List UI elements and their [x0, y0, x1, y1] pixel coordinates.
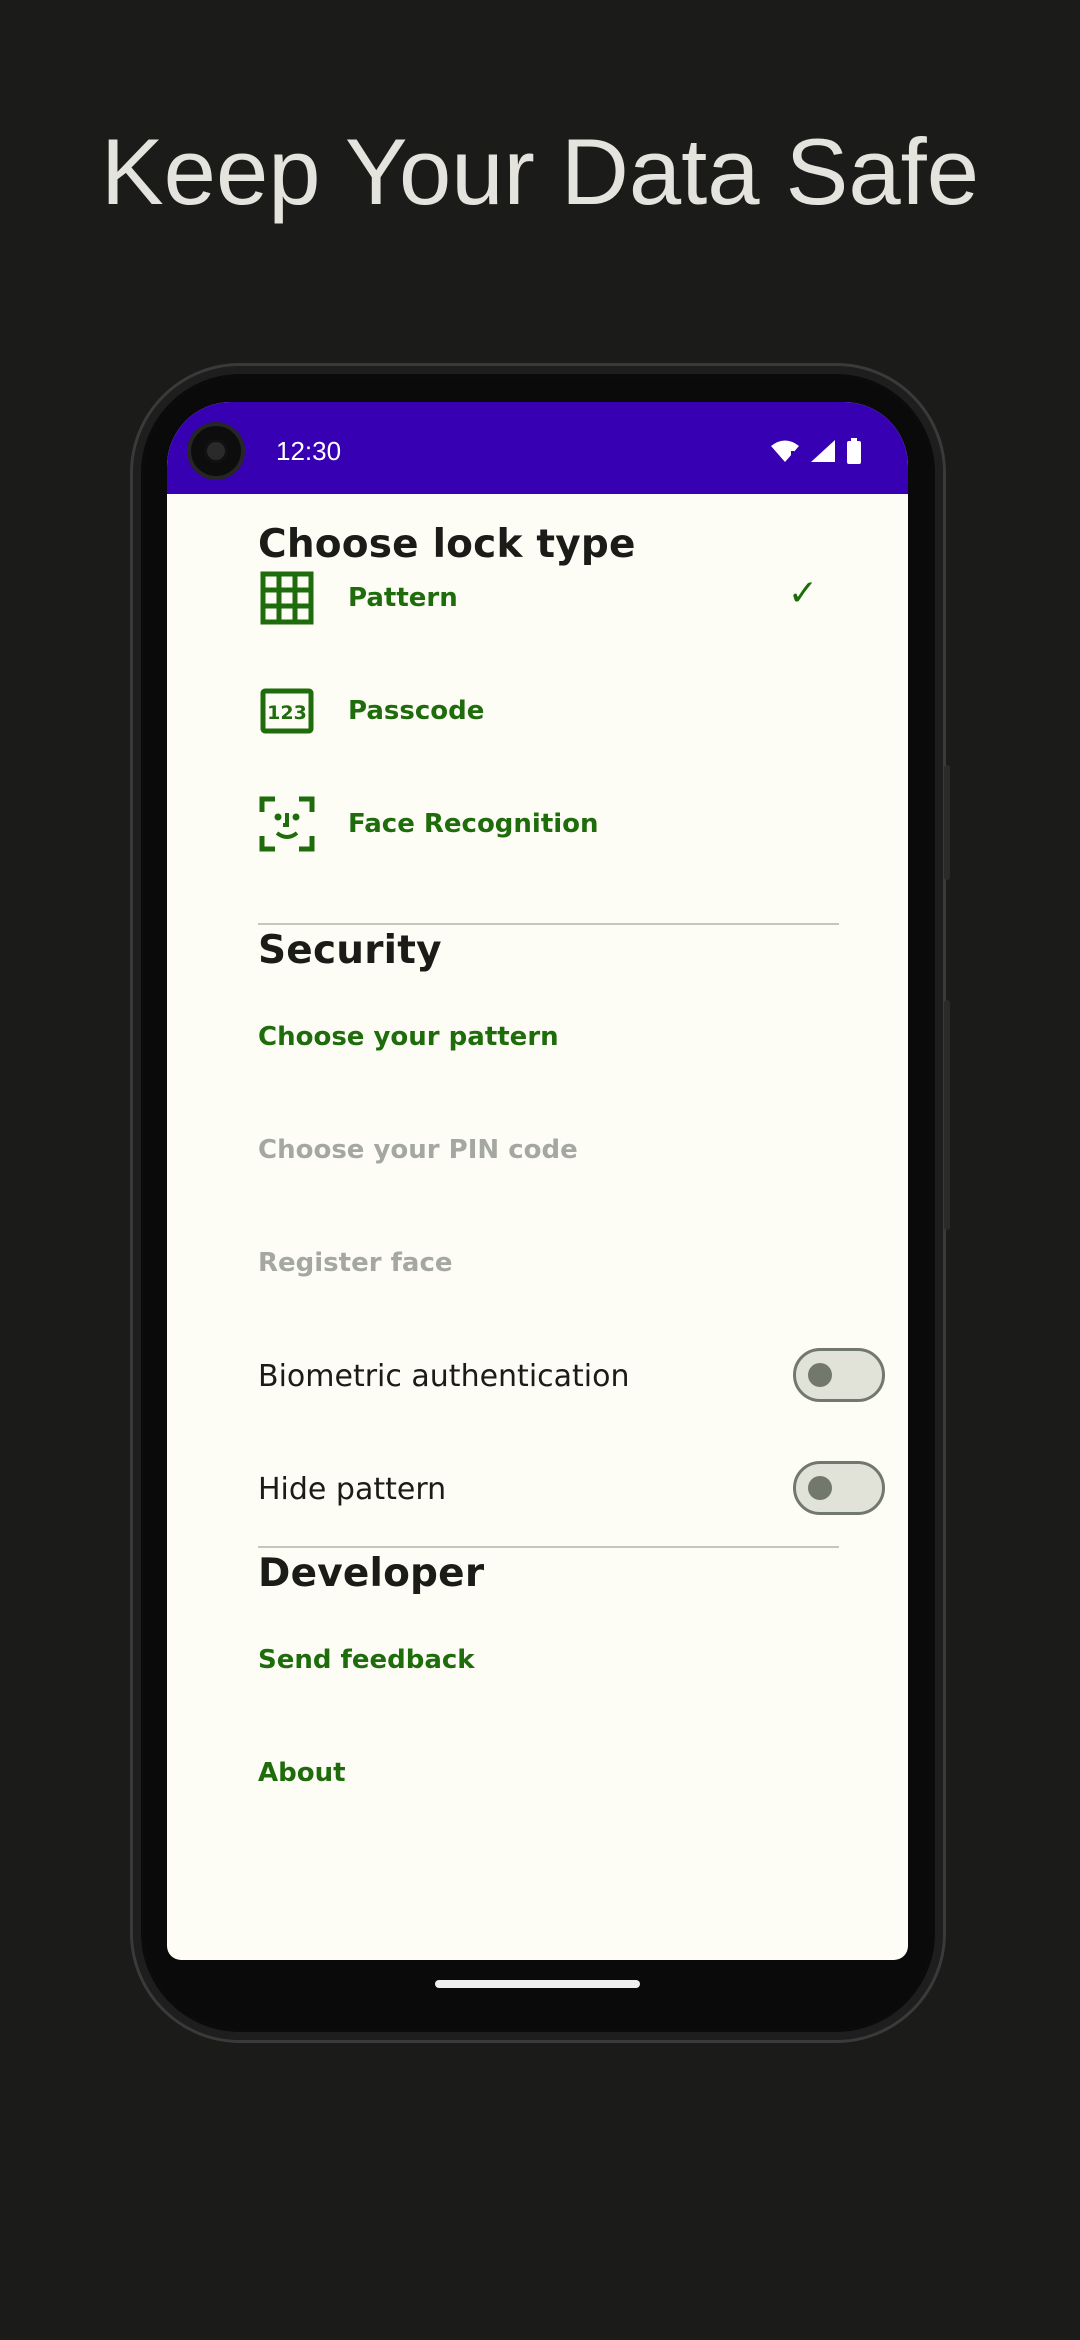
divider: [258, 923, 839, 925]
face-scan-icon: [259, 796, 315, 852]
home-indicator[interactable]: [435, 1980, 640, 1988]
lock-option-pattern[interactable]: Pattern ✓: [258, 542, 848, 654]
divider: [258, 1546, 839, 1548]
lock-option-face[interactable]: Face Recognition: [258, 768, 848, 880]
hide-pattern-label: Hide pattern: [258, 1472, 447, 1507]
headline: Keep Your Data Safe: [100, 119, 980, 224]
battery-icon: [847, 438, 861, 464]
check-icon: ✓: [787, 572, 818, 613]
about-item[interactable]: About: [258, 1758, 346, 1788]
phone-screen: 12:30 Choose lock type Pattern ✓ 123 Pas…: [167, 402, 908, 1960]
camera-cutout: [191, 426, 241, 476]
hide-pattern-toggle[interactable]: [793, 1461, 885, 1515]
power-button: [944, 765, 950, 880]
section-title-security: Security: [258, 928, 442, 973]
lock-option-label: Face Recognition: [348, 809, 599, 839]
send-feedback-item[interactable]: Send feedback: [258, 1645, 475, 1675]
choose-pin-item[interactable]: Choose your PIN code: [258, 1135, 578, 1165]
biometric-toggle[interactable]: [793, 1348, 885, 1402]
section-title-developer: Developer: [258, 1551, 485, 1596]
register-face-item[interactable]: Register face: [258, 1248, 453, 1278]
svg-text:123: 123: [267, 702, 307, 724]
status-time: 12:30: [276, 436, 342, 466]
volume-button: [944, 1000, 950, 1230]
status-icons: [770, 438, 862, 464]
wifi-icon: [771, 440, 799, 462]
toggle-knob: [808, 1476, 832, 1500]
toggle-knob: [808, 1363, 832, 1387]
choose-pattern-item[interactable]: Choose your pattern: [258, 1022, 559, 1052]
grid-icon: [260, 571, 314, 625]
biometric-label: Biometric authentication: [258, 1359, 630, 1394]
lock-option-label: Passcode: [348, 696, 485, 726]
lock-option-label: Pattern: [348, 583, 458, 613]
passcode-123-icon: 123: [260, 688, 314, 734]
lock-option-passcode[interactable]: 123 Passcode: [258, 655, 848, 767]
status-bar: 12:30: [167, 402, 908, 494]
signal-icon: [811, 440, 835, 462]
